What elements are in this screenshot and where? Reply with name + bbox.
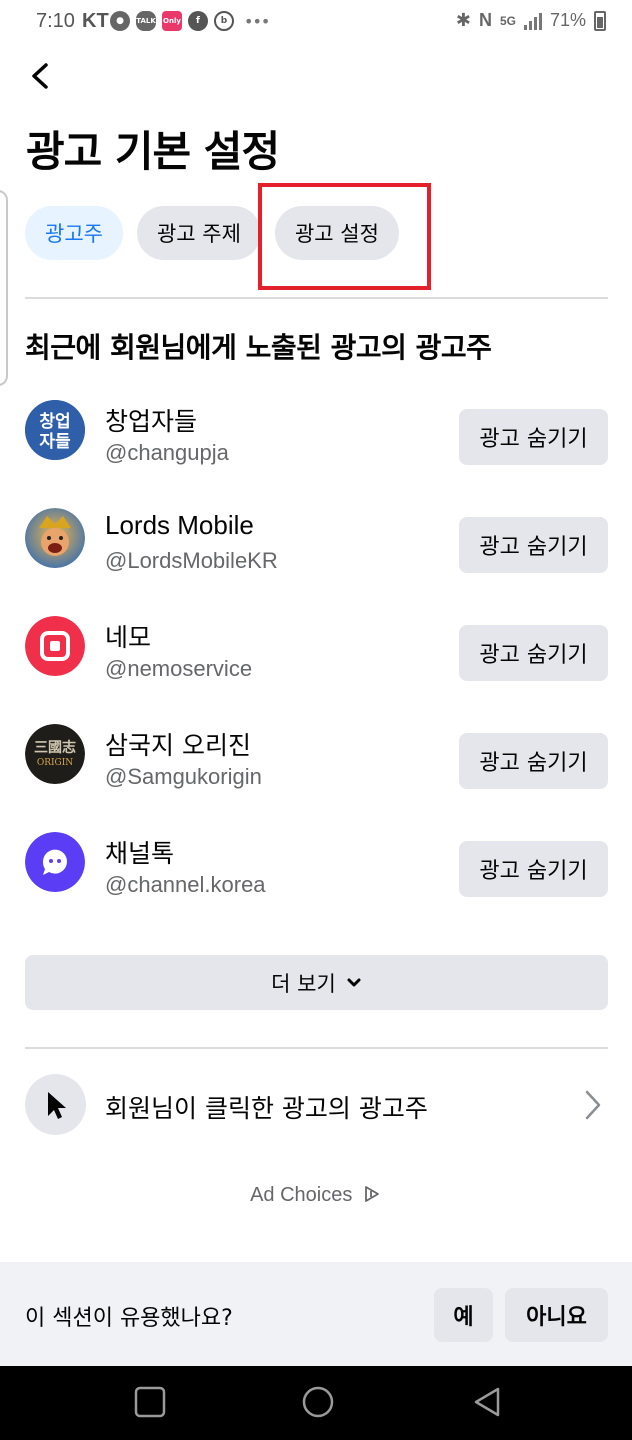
advertiser-handle: @changupja [105, 440, 229, 465]
chevron-down-icon [347, 978, 361, 986]
shopping-app-icon: Only [162, 11, 182, 31]
clicked-ads-advertisers-row[interactable]: 회원님이 클릭한 광고의 광고주 [25, 1074, 608, 1136]
see-more-label: 더 보기 [271, 971, 336, 996]
cursor-icon [47, 1091, 66, 1119]
section-title: 최근에 회원님에게 노출된 광고의 광고주 [25, 331, 492, 364]
advertiser-row: 창업 자들 창업자들 @changupja 광고 숨기기 [0, 384, 632, 492]
battery-percent: 71% [549, 10, 586, 30]
divider [25, 1047, 608, 1049]
cursor-icon-circle [25, 1074, 86, 1135]
nfc-icon: N [478, 10, 492, 30]
ad-choices-label: Ad Choices [250, 1184, 353, 1206]
advertiser-row: 三國志 ORIGIN 삼국지 오리진 @Samgukorigin 광고 숨기기 [0, 708, 632, 816]
b-app-icon: b [214, 11, 234, 31]
back-nav-icon[interactable] [472, 1386, 502, 1418]
edge-panel-handle[interactable] [0, 190, 8, 386]
ad-choices-link[interactable]: Ad Choices [0, 1184, 632, 1207]
channel-talk-logo-icon [25, 832, 85, 892]
advertiser-name: 채널톡 [105, 839, 175, 868]
home-icon[interactable] [302, 1386, 334, 1418]
advertiser-handle: @LordsMobileKR [105, 548, 278, 573]
svg-text:자들: 자들 [39, 432, 71, 452]
advertiser-handle: @Samgukorigin [105, 764, 262, 789]
advertiser-row: 네모 @nemoservice 광고 숨기기 [0, 600, 632, 708]
status-time: 7:10 [36, 10, 75, 32]
talk-icon: TALK [136, 11, 156, 31]
ad-choices-icon [365, 1186, 379, 1202]
back-button[interactable] [22, 58, 58, 94]
hide-ads-button[interactable]: 광고 숨기기 [459, 517, 608, 573]
feedback-yes-button[interactable]: 예 [434, 1288, 493, 1342]
highlight-annotation [258, 183, 431, 290]
divider [25, 297, 608, 299]
status-bar: 7:10 KT ● TALK Only f b ••• ✱ N 5G 71% [0, 0, 632, 46]
svg-text:ORIGIN: ORIGIN [37, 758, 73, 768]
recent-apps-icon[interactable] [134, 1386, 166, 1418]
clicked-ads-label: 회원님이 클릭한 광고의 광고주 [105, 1094, 428, 1123]
see-more-button[interactable]: 더 보기 [25, 955, 608, 1010]
back-arrow-icon [32, 63, 48, 89]
advertiser-name: 삼국지 오리진 [105, 731, 251, 760]
hide-ads-button[interactable]: 광고 숨기기 [459, 625, 608, 681]
tab-advertisers[interactable]: 광고주 [25, 206, 123, 260]
lords-mobile-logo-icon [25, 508, 85, 568]
advertiser-name: 창업자들 [105, 407, 198, 436]
status-carrier: KT [82, 10, 109, 32]
network-type: 5G [499, 13, 516, 28]
bluetooth-icon: ✱ [455, 10, 471, 30]
facebook-icon: f [188, 11, 208, 31]
hide-ads-button[interactable]: 광고 숨기기 [459, 841, 608, 897]
svg-text:창업: 창업 [39, 412, 70, 432]
feedback-bar: 이 섹션이 유용했나요? 예 아니요 [0, 1262, 632, 1366]
advertiser-list: 창업 자들 창업자들 @changupja 광고 숨기기 Lords Mobil… [0, 384, 632, 924]
advertiser-name: 네모 [105, 623, 152, 652]
advertiser-handle: @channel.korea [105, 872, 266, 897]
page-title: 광고 기본 설정 [26, 127, 280, 176]
advertiser-row: Lords Mobile @LordsMobileKR 광고 숨기기 [0, 492, 632, 600]
battery-icon [594, 10, 606, 31]
advertiser-row: 채널톡 @channel.korea 광고 숨기기 [0, 816, 632, 924]
tab-ad-topics[interactable]: 광고 주제 [136, 206, 261, 260]
hide-ads-button[interactable]: 광고 숨기기 [459, 409, 608, 465]
advertiser-name: Lords Mobile [105, 510, 254, 540]
more-notifications-icon: ••• [244, 11, 270, 31]
signal-icon [523, 12, 542, 30]
status-right: ✱ N 5G 71% [456, 10, 606, 31]
hide-ads-button[interactable]: 광고 숨기기 [459, 733, 608, 789]
feedback-no-button[interactable]: 아니요 [505, 1288, 608, 1342]
system-nav-bar [0, 1366, 632, 1440]
chevron-right-icon [585, 1090, 601, 1120]
screen: 7:10 KT ● TALK Only f b ••• ✱ N 5G 71% 광… [0, 0, 632, 1440]
samguk-origin-logo-icon: 三國志 ORIGIN [25, 724, 85, 784]
notification-icons: ● TALK Only f b ••• [110, 11, 270, 31]
svg-text:三國志: 三國志 [34, 739, 76, 756]
nemo-logo-icon [25, 616, 85, 676]
feedback-question: 이 섹션이 유용했나요? [25, 1306, 233, 1331]
notification-app-icon: ● [110, 11, 130, 31]
advertiser-handle: @nemoservice [105, 656, 253, 681]
changupja-logo-icon: 창업 자들 [25, 400, 85, 460]
